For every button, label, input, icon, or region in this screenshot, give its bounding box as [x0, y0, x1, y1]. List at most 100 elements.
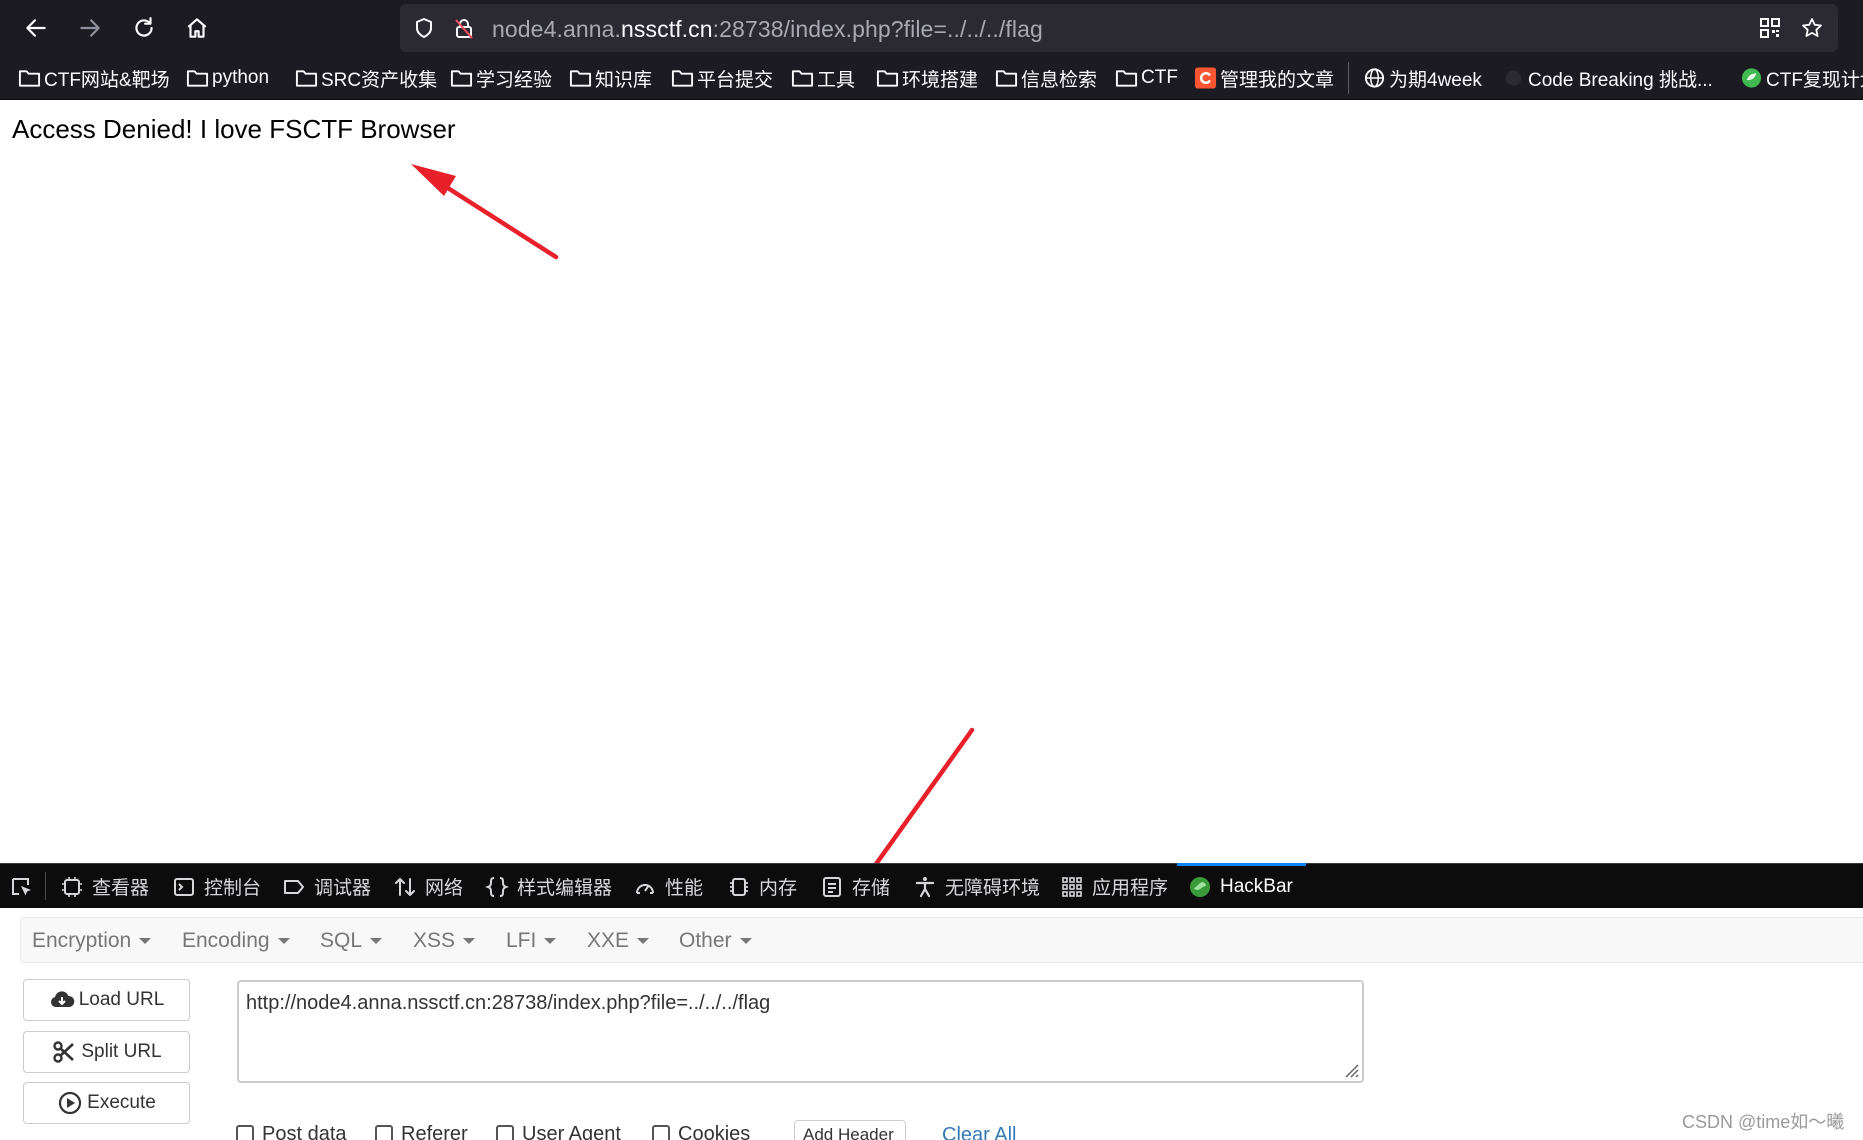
clear-all-link[interactable]: Clear All	[942, 1124, 1016, 1140]
menu-label: XSS	[413, 929, 456, 952]
tab-label: 控制台	[204, 878, 262, 899]
tab-memory[interactable]: 内存	[727, 864, 797, 909]
url-textarea[interactable]: http://node4.anna.nssctf.cn:28738/index.…	[237, 980, 1364, 1083]
forward-button[interactable]	[70, 8, 110, 48]
bookmark-ctf-replay[interactable]: CTF复现计划	[1740, 65, 1863, 91]
url-bar[interactable]: node4.anna.nssctf.cn:28738/index.php?fil…	[400, 4, 1838, 52]
accessibility-icon	[915, 876, 935, 897]
bookmark-submit[interactable]: 平台提交	[671, 65, 773, 91]
bookmarks-separator	[1348, 62, 1349, 94]
menu-sql[interactable]: SQL	[320, 918, 383, 964]
scissors-icon	[53, 1041, 75, 1063]
referer-option[interactable]: Referer	[375, 1123, 468, 1140]
globe-icon	[1364, 68, 1385, 88]
bookmark-src-assets[interactable]: SRC资产收集	[295, 65, 437, 91]
button-label: Split URL	[81, 1041, 162, 1062]
caret-down-icon	[739, 938, 752, 944]
tab-application[interactable]: 应用程序	[1060, 864, 1168, 909]
tab-console[interactable]: 控制台	[172, 864, 261, 909]
bookmark-tools[interactable]: 工具	[791, 65, 855, 91]
network-icon	[395, 877, 415, 896]
tab-storage[interactable]: 存储	[820, 864, 890, 909]
menu-other[interactable]: Other	[679, 918, 752, 964]
home-button[interactable]	[177, 8, 217, 48]
menu-label: Other	[679, 929, 732, 952]
arrow-right-icon	[80, 19, 100, 37]
folder-icon	[186, 70, 209, 87]
referer-checkbox[interactable]	[375, 1125, 393, 1140]
bookmark-label: 平台提交	[697, 69, 774, 91]
tab-hackbar[interactable]: HackBar	[1188, 864, 1293, 909]
bookmark-label: 管理我的文章	[1220, 69, 1335, 91]
bookmark-label: 信息检索	[1021, 69, 1098, 91]
insecure-lock-icon[interactable]	[452, 16, 476, 40]
menu-xss[interactable]: XSS	[413, 918, 476, 964]
bookmark-learning[interactable]: 学习经验	[450, 65, 552, 91]
cookies-checkbox[interactable]	[652, 1125, 670, 1140]
back-button[interactable]	[16, 8, 56, 48]
post-data-checkbox[interactable]	[236, 1125, 254, 1140]
tab-performance[interactable]: 性能	[633, 864, 703, 909]
menu-label: XXE	[587, 929, 630, 952]
bookmark-manage-articles[interactable]: 管理我的文章	[1194, 65, 1334, 91]
tab-accessibility[interactable]: 无障碍环境	[913, 864, 1040, 909]
reload-icon	[135, 17, 153, 37]
bookmark-label: 为期4week	[1389, 69, 1482, 91]
tab-label: 存储	[852, 878, 891, 899]
bookmark-python[interactable]: python	[186, 65, 269, 91]
reload-button[interactable]	[124, 8, 164, 48]
bookmark-env-setup[interactable]: 环境搭建	[876, 65, 978, 91]
caret-down-icon	[370, 938, 383, 944]
browser-toolbar: node4.anna.nssctf.cn:28738/index.php?fil…	[0, 0, 1863, 56]
user-agent-checkbox[interactable]	[496, 1125, 514, 1140]
url-text[interactable]: node4.anna.nssctf.cn:28738/index.php?fil…	[492, 16, 1043, 43]
tab-label: 应用程序	[1092, 878, 1169, 899]
bookmark-label: 工具	[817, 69, 856, 91]
qr-code-icon[interactable]	[1758, 16, 1782, 40]
tab-style-editor[interactable]: 样式编辑器	[485, 864, 612, 909]
tab-network[interactable]: 网络	[393, 864, 463, 909]
memory-icon	[730, 877, 748, 896]
tab-debugger[interactable]: 调试器	[282, 864, 371, 909]
add-header-button[interactable]: Add Header	[794, 1120, 906, 1140]
bookmark-ctf[interactable]: CTF	[1115, 65, 1178, 91]
tab-label: 内存	[759, 878, 798, 899]
caret-down-icon	[544, 938, 557, 944]
user-agent-option[interactable]: User Agent	[496, 1123, 621, 1140]
performance-icon	[636, 883, 654, 894]
menu-xxe[interactable]: XXE	[587, 918, 650, 964]
green-site-icon	[1741, 68, 1762, 88]
resize-grip-icon[interactable]	[1340, 1059, 1360, 1079]
star-icon[interactable]	[1800, 16, 1824, 40]
bookmark-knowledge[interactable]: 知识库	[569, 65, 652, 91]
load-url-button[interactable]: Load URL	[23, 979, 190, 1021]
tab-label: 无障碍环境	[945, 878, 1041, 899]
watermark: CSDN @time如～曦	[1682, 1112, 1845, 1132]
tab-label: 查看器	[92, 878, 150, 899]
devtools-separator	[45, 872, 46, 900]
split-url-button[interactable]: Split URL	[23, 1031, 190, 1073]
bookmark-info-search[interactable]: 信息检索	[995, 65, 1097, 91]
execute-button[interactable]: Execute	[23, 1082, 190, 1124]
menu-encoding[interactable]: Encoding	[182, 918, 290, 964]
pick-element-icon	[12, 877, 31, 895]
play-circle-icon	[59, 1091, 82, 1115]
bookmark-ctf-sites[interactable]: CTF网站&靶场	[18, 65, 170, 91]
bookmark-code-breaking[interactable]: Code Breaking 挑战...	[1502, 65, 1713, 91]
bookmark-4week[interactable]: 为期4week	[1363, 65, 1482, 91]
folder-icon	[1115, 70, 1138, 87]
element-picker-button[interactable]	[10, 864, 42, 909]
tab-label: 调试器	[314, 878, 372, 899]
folder-icon	[18, 70, 41, 87]
inspector-icon	[62, 876, 82, 897]
cookies-option[interactable]: Cookies	[652, 1123, 750, 1140]
cloud-download-icon	[50, 991, 74, 1007]
folder-icon	[791, 70, 814, 87]
tab-label: HackBar	[1220, 875, 1293, 897]
post-data-option[interactable]: Post data	[236, 1123, 347, 1140]
menu-label: SQL	[320, 929, 363, 952]
menu-lfi[interactable]: LFI	[506, 918, 557, 964]
tab-inspector[interactable]: 查看器	[60, 864, 149, 909]
menu-encryption[interactable]: Encryption	[32, 918, 152, 964]
shield-icon[interactable]	[412, 16, 436, 40]
